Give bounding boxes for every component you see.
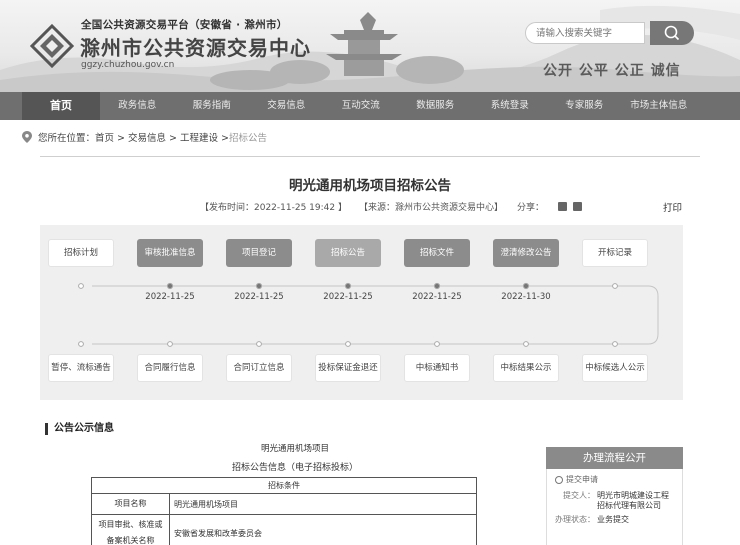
process-public-panel: 办理流程公开 提交申请 提交人： 明光市明城建设工程招标代理有限公司 办理状态：… (546, 447, 683, 545)
flow-node (433, 282, 441, 290)
flow-stage-bottom[interactable]: 合同订立信息 (226, 354, 292, 382)
article-meta: 【发布时间：2022-11-25 19:42 】 【来源：滁州市公共资源交易中心… (200, 200, 582, 213)
search-input[interactable] (525, 22, 645, 44)
row-value: 明光通用机场项目 (169, 493, 477, 515)
nav-government-info[interactable]: 政务信息 (100, 92, 175, 120)
row-value: 安徽省发展和改革委员会 (169, 514, 477, 545)
divider (40, 156, 700, 157)
side-step: 提交申请 (555, 474, 674, 485)
flow-stage-date: 2022-11-25 (145, 292, 195, 302)
side-row-key: 办理状态： (555, 515, 595, 524)
flow-node (523, 341, 529, 347)
share-weibo-icon[interactable] (573, 202, 582, 211)
nav-system-login[interactable]: 系统登录 (473, 92, 548, 120)
nav-expert-service[interactable]: 专家服务 (547, 92, 622, 120)
flow-stage-bottom[interactable]: 中标结果公示 (493, 354, 559, 382)
flow-node (612, 283, 618, 289)
flow-node (344, 282, 352, 290)
search-icon (664, 25, 680, 41)
flow-stage-top[interactable]: 澄清修改公告 (493, 239, 559, 267)
nav-service-guide[interactable]: 服务指南 (175, 92, 250, 120)
article-source: 【来源：滁州市公共资源交易中心】 (358, 203, 503, 213)
flow-stage-date: 2022-11-30 (501, 292, 551, 302)
flow-node (166, 282, 174, 290)
flow-node (78, 283, 84, 289)
slogan: 公开 公平 公正 诚信 (543, 63, 681, 79)
flow-node (256, 341, 262, 347)
tender-conditions-table: 招标条件 项目名称 明光通用机场项目 项目审批、核准或备案机关名称 安徽省发展和… (91, 477, 477, 545)
table-row: 项目名称 明光通用机场项目 (91, 493, 477, 515)
flow-stage-bottom[interactable]: 暂停、流标通告 (48, 354, 114, 382)
site-header: 全国公共资源交易平台（安徽省 · 滁州市） 滁州市公共资源交易中心 ggzy.c… (0, 0, 740, 92)
org-name: 滁州市公共资源交易中心 (80, 36, 311, 60)
main-nav: 首页 政务信息 服务指南 交易信息 互动交流 数据服务 系统登录 专家服务 市场… (0, 92, 740, 120)
share-wechat-icon[interactable] (558, 202, 567, 211)
share-label: 分享： (516, 203, 544, 213)
nav-home[interactable]: 首页 (22, 92, 100, 120)
flow-node (78, 341, 84, 347)
publish-time: 【发布时间：2022-11-25 19:42 】 (200, 203, 347, 213)
nav-data-service[interactable]: 数据服务 (398, 92, 473, 120)
org-logo-icon (30, 24, 74, 68)
flow-stage-top[interactable]: 项目登记 (226, 239, 292, 267)
breadcrumb-prefix: 您所在位置： (38, 133, 96, 144)
row-key: 项目审批、核准或备案机关名称 (91, 514, 170, 545)
flow-stage-top[interactable]: 招标计划 (48, 239, 114, 267)
side-row-key: 提交人： (563, 491, 595, 500)
flow-node (167, 341, 173, 347)
flow-stage-date: 2022-11-25 (412, 292, 462, 302)
flow-stage-date: 2022-11-25 (323, 292, 373, 302)
breadcrumb-path[interactable]: 首页 > 交易信息 > 工程建设 > (95, 130, 229, 144)
location-pin-icon (22, 131, 32, 143)
site-url: ggzy.chuzhou.gov.cn (81, 60, 175, 70)
nav-interaction[interactable]: 互动交流 (324, 92, 399, 120)
side-row-value: 业务提交 (597, 515, 629, 524)
flow-stage-top[interactable]: 招标公告 (315, 239, 381, 267)
flow-stage-bottom[interactable]: 投标保证金退还 (315, 354, 381, 382)
article-title: 明光通用机场项目招标公告 (289, 178, 451, 194)
process-flow-panel: 招标计划 审核批准信息 2022-11-25 项目登记 2022-11-25 招标公告 20… (40, 225, 683, 400)
flow-stage-top[interactable]: 开标记录 (582, 239, 648, 267)
flow-stage-top[interactable]: 招标文件 (404, 239, 470, 267)
flow-stage-top[interactable]: 审核批准信息 (137, 239, 203, 267)
row-key: 项目名称 (91, 493, 170, 515)
flow-node (255, 282, 263, 290)
flow-node (522, 282, 530, 290)
side-row: 提交人： 明光市明城建设工程招标代理有限公司 (555, 491, 674, 511)
side-step-label: 提交申请 (566, 475, 598, 484)
table-header: 招标条件 (91, 477, 477, 494)
platform-line: 全国公共资源交易平台（安徽省 · 滁州市） (81, 19, 288, 31)
flow-node (434, 341, 440, 347)
side-panel-title: 办理流程公开 (546, 447, 683, 469)
side-panel-body: 提交申请 提交人： 明光市明城建设工程招标代理有限公司 办理状态： 业务提交 (546, 469, 683, 545)
flow-node (345, 341, 351, 347)
flow-stage-date: 2022-11-25 (234, 292, 284, 302)
flow-stage-bottom[interactable]: 合同履行信息 (137, 354, 203, 382)
search-button[interactable] (650, 21, 694, 45)
flow-stage-bottom[interactable]: 中标候选人公示 (582, 354, 648, 382)
table-row: 项目审批、核准或备案机关名称 安徽省发展和改革委员会 (91, 514, 477, 545)
side-row: 办理状态： 业务提交 (555, 515, 674, 525)
side-row-value: 明光市明城建设工程招标代理有限公司 (597, 491, 669, 510)
check-circle-icon (555, 475, 563, 484)
breadcrumb: 您所在位置： 首页 > 交易信息 > 工程建设 > 招标公告 (22, 130, 267, 144)
flow-stage-bottom[interactable]: 中标通知书 (404, 354, 470, 382)
nav-trade-info[interactable]: 交易信息 (249, 92, 324, 120)
print-link[interactable]: 打印 (663, 200, 682, 214)
section-title: 公告公示信息 (45, 423, 114, 435)
breadcrumb-current: 招标公告 (229, 133, 268, 144)
doc-title: 明光通用机场项目 (260, 444, 329, 454)
doc-subtitle: 招标公告信息（电子招标投标） (231, 463, 358, 473)
flow-node (612, 341, 618, 347)
nav-market-entity[interactable]: 市场主体信息 (622, 92, 697, 120)
